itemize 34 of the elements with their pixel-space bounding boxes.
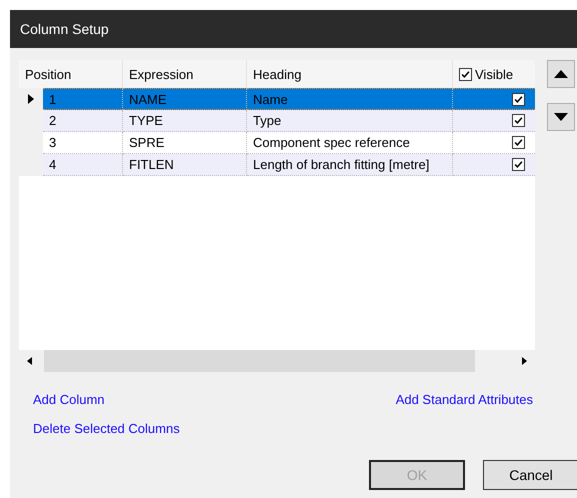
- table-row[interactable]: 4 FITLEN Length of branch fitting [metre]: [19, 154, 535, 176]
- move-down-button[interactable]: [547, 103, 575, 131]
- checkbox[interactable]: [512, 136, 525, 149]
- table-cell: 2: [49, 113, 56, 128]
- down-triangle-icon: [554, 113, 568, 121]
- table-cell: SPRE: [129, 135, 164, 150]
- add-standard-attributes-link[interactable]: Add Standard Attributes: [396, 392, 533, 407]
- column-header[interactable]: Visible: [475, 66, 514, 82]
- table-cell: Type: [253, 113, 282, 128]
- table-cell: TYPE: [129, 113, 163, 128]
- cancel-button[interactable]: Cancel: [483, 460, 577, 490]
- up-triangle-icon: [554, 70, 568, 78]
- scroll-right-icon[interactable]: [522, 357, 527, 365]
- table-cell: Length of branch fitting [metre]: [253, 157, 430, 172]
- table-cell: 1: [49, 92, 56, 106]
- table-cell: FITLEN: [129, 157, 174, 172]
- table-row[interactable]: 1 NAME Name: [19, 88, 535, 110]
- window-title: Column Setup: [20, 21, 109, 37]
- scroll-left-icon[interactable]: [27, 357, 32, 365]
- table-row[interactable]: 3 SPRE Component spec reference: [19, 132, 535, 154]
- checkbox[interactable]: [459, 68, 472, 80]
- table-cell: 3: [49, 135, 56, 150]
- checkbox[interactable]: [512, 158, 525, 171]
- move-up-button[interactable]: [547, 60, 575, 88]
- delete-selected-columns-link[interactable]: Delete Selected Columns: [33, 421, 180, 436]
- table-cell: Name: [253, 92, 288, 106]
- table-cell: Component spec reference: [253, 135, 410, 150]
- checkbox[interactable]: [512, 92, 525, 106]
- checkbox[interactable]: [512, 114, 525, 127]
- table-row[interactable]: 2 TYPE Type: [19, 110, 535, 132]
- current-row-icon: [28, 94, 34, 104]
- table-cell: 4: [49, 157, 56, 172]
- add-column-link[interactable]: Add Column: [33, 392, 105, 407]
- table-cell: NAME: [129, 92, 167, 106]
